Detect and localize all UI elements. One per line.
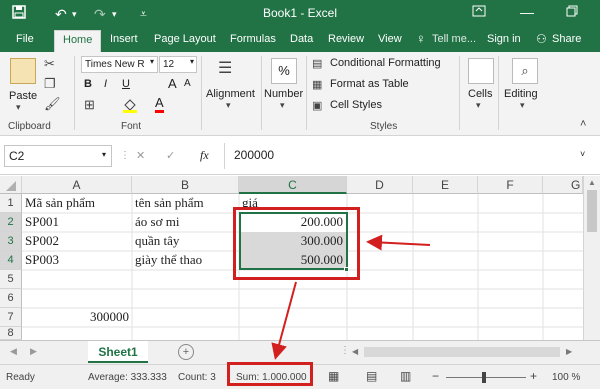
annotation-arrow-right — [366, 234, 431, 251]
annotation-arrows — [271, 234, 431, 360]
annotation-arrow-down — [271, 281, 297, 360]
